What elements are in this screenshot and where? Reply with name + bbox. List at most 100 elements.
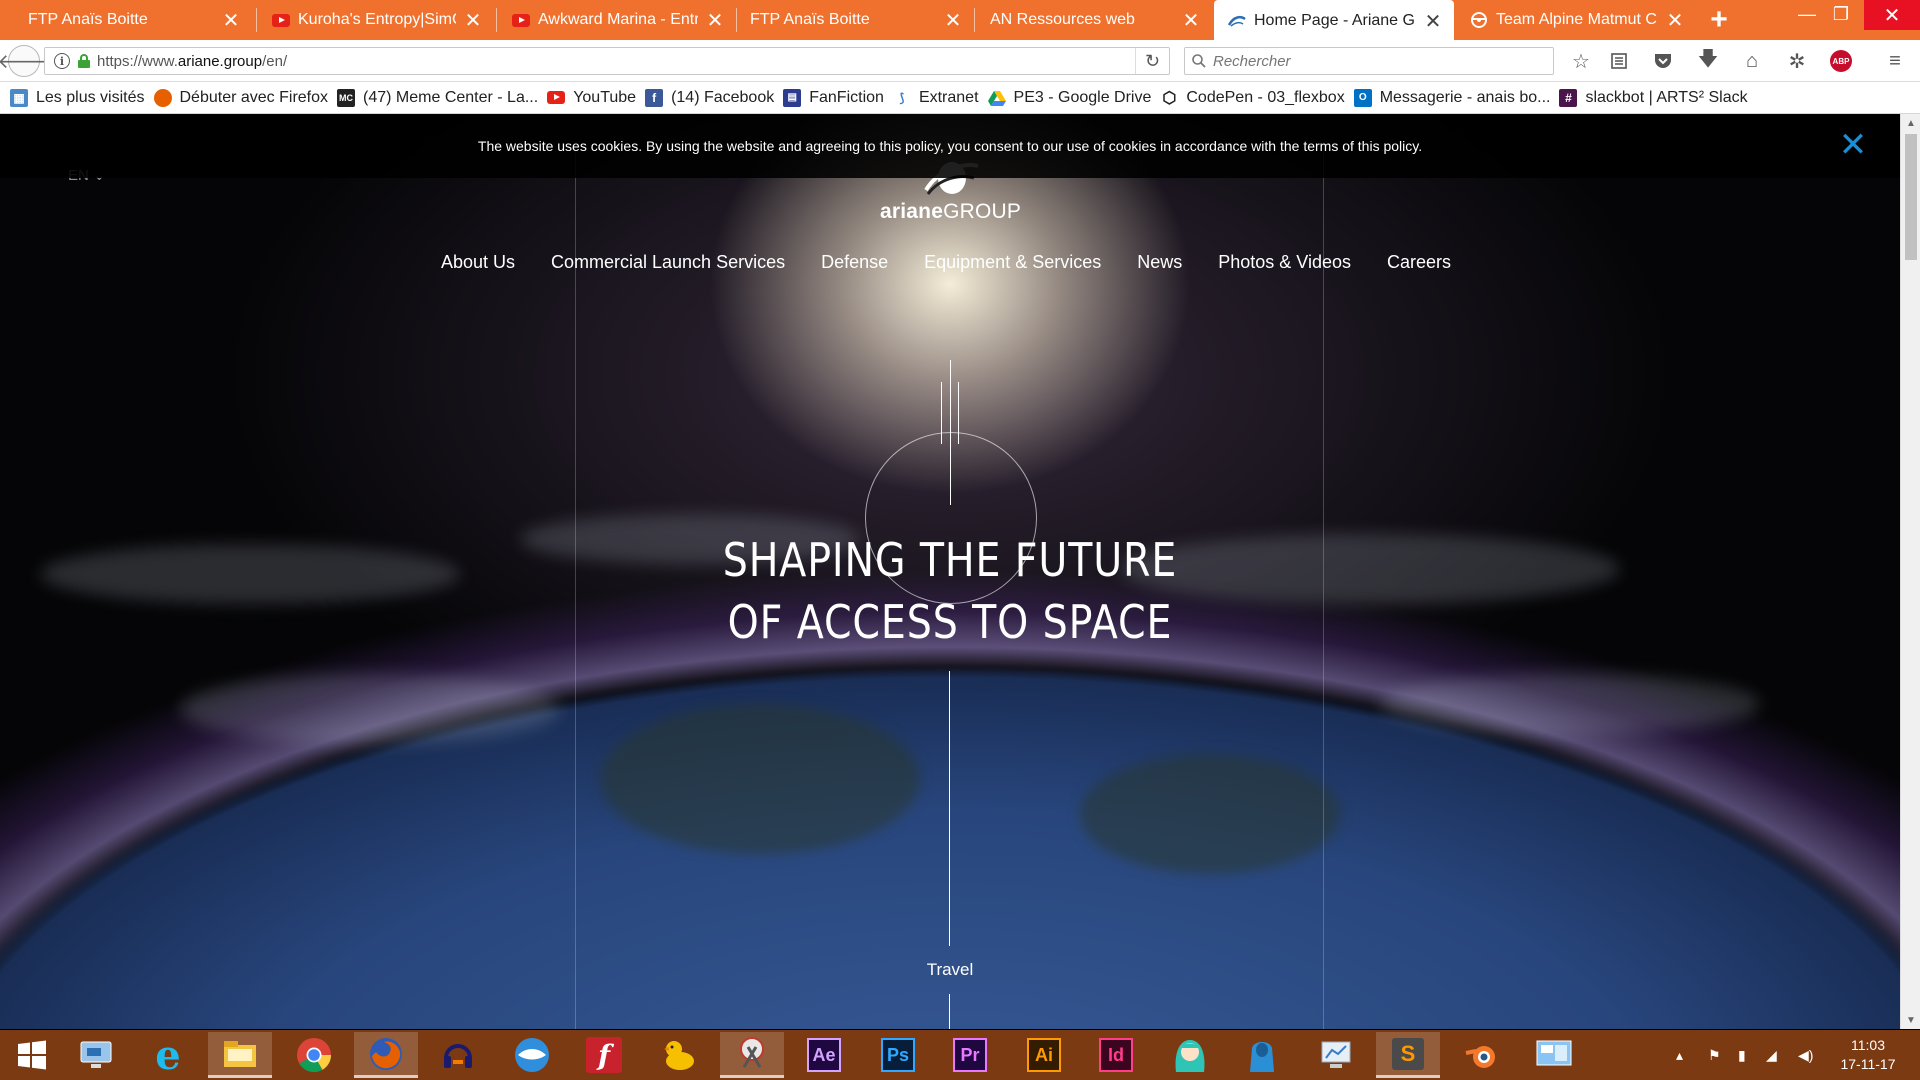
reload-icon[interactable]: ↻ — [1135, 48, 1169, 74]
nav-photos-videos[interactable]: Photos & Videos — [1200, 252, 1369, 273]
miku-icon[interactable] — [1158, 1032, 1222, 1078]
bookmark-item[interactable]: Débuter avec Firefox — [153, 88, 328, 107]
bookmark-item[interactable]: ⟆ Extranet — [893, 89, 979, 107]
firefox-icon[interactable] — [354, 1032, 418, 1078]
bookmark-label: FanFiction — [809, 88, 884, 106]
tab-ressources-web[interactable]: AN Ressources web ✕ — [976, 0, 1212, 40]
home-icon[interactable]: ⌂ — [1737, 48, 1767, 74]
snipping-tool-icon[interactable] — [720, 1032, 784, 1078]
tab-ftp-2[interactable]: FTP Anaïs Boitte ✕ — [736, 0, 974, 40]
cookie-banner: The website uses cookies. By using the w… — [0, 114, 1900, 178]
bookmark-item[interactable]: O Messagerie - anais bo... — [1353, 88, 1551, 107]
tab-close-icon[interactable]: ✕ — [1422, 10, 1444, 33]
system-clock[interactable]: 11:03 17-11-17 — [1828, 1036, 1908, 1074]
bookmark-item[interactable]: f (14) Facebook — [645, 88, 775, 107]
url-host: ariane.group — [177, 52, 263, 70]
file-explorer-icon[interactable] — [208, 1032, 272, 1078]
tab-title: Home Page - Ariane Gro — [1254, 12, 1416, 29]
search-input[interactable] — [1213, 52, 1533, 70]
travel-link[interactable]: Travel — [900, 960, 1000, 980]
show-hidden-icons-icon[interactable]: ▴ — [1676, 1030, 1683, 1080]
wifi-signal-icon[interactable]: ◢ — [1766, 1030, 1777, 1080]
bookmark-item[interactable]: YouTube — [547, 89, 636, 107]
back-button[interactable]: 🡐 — [0, 45, 51, 77]
url-bar[interactable]: i https://www.ariane.group/en/ ↻ — [44, 47, 1170, 75]
bookmark-item[interactable]: ▤ FanFiction — [783, 88, 884, 107]
illustrator-icon[interactable]: Ai — [1012, 1032, 1076, 1078]
audacity-icon[interactable] — [426, 1032, 490, 1078]
tab-close-icon[interactable]: ✕ — [1180, 9, 1202, 32]
tab-ariane-home[interactable]: Home Page - Ariane Gro ✕ — [1214, 0, 1454, 42]
reading-list-icon[interactable] — [1604, 48, 1634, 74]
bookmark-item[interactable]: # slackbot | ARTS² Slack — [1559, 88, 1748, 107]
bookmark-label: Messagerie - anais bo... — [1379, 88, 1551, 106]
page-scrollbar[interactable]: ▲ ▼ — [1900, 114, 1920, 1029]
tab-close-icon[interactable]: ✕ — [220, 9, 242, 32]
window-close-icon[interactable]: ✕ — [1864, 0, 1920, 30]
maximize-icon[interactable]: ❐ — [1818, 0, 1864, 28]
new-tab-button[interactable]: + — [1702, 0, 1736, 40]
blender-icon[interactable] — [1450, 1032, 1514, 1078]
bookmark-item[interactable]: ▦ Les plus visités — [10, 88, 145, 107]
tab-close-icon[interactable]: ✕ — [942, 9, 964, 32]
after-effects-icon[interactable]: Ae — [792, 1032, 856, 1078]
scrollbar-thumb[interactable] — [1905, 134, 1917, 260]
premiere-icon[interactable]: Pr — [938, 1032, 1002, 1078]
extension-icon[interactable]: ✲ — [1782, 48, 1812, 74]
volume-icon[interactable]: ◀) — [1798, 1030, 1813, 1080]
tab-ftp-1[interactable]: FTP Anaïs Boitte ✕ — [14, 0, 252, 40]
bookmark-star-icon[interactable]: ☆ — [1566, 48, 1596, 74]
tab-team-alpine[interactable]: Team Alpine Matmut Ch ✕ — [1456, 0, 1696, 40]
tab-title: Awkward Marina - Entro — [538, 11, 698, 28]
bookmark-item[interactable]: MC (47) Meme Center - La... — [337, 88, 539, 107]
youtube-icon — [272, 11, 290, 29]
nav-about-us[interactable]: About Us — [423, 252, 533, 273]
indesign-icon[interactable]: Id — [1084, 1032, 1148, 1078]
tab-title: Kuroha's Entropy|SimGr — [298, 11, 456, 28]
pocket-icon[interactable] — [1648, 48, 1678, 74]
nav-careers[interactable]: Careers — [1369, 252, 1469, 273]
windows-start-icon[interactable] — [0, 1032, 64, 1078]
scroll-up-icon[interactable]: ▲ — [1901, 114, 1920, 132]
action-center-flag-icon[interactable]: ⚑ — [1708, 1030, 1721, 1080]
sublime-text-icon[interactable]: S — [1376, 1032, 1440, 1078]
adblock-plus-icon[interactable]: ABP — [1826, 48, 1856, 74]
network-icon[interactable] — [1304, 1032, 1368, 1078]
nav-news[interactable]: News — [1119, 252, 1200, 273]
tab-close-icon[interactable]: ✕ — [704, 9, 726, 32]
bookmark-label: (47) Meme Center - La... — [363, 88, 539, 106]
bookmark-item[interactable]: PE3 - Google Drive — [987, 89, 1151, 107]
lock-icon — [77, 54, 91, 68]
cyberduck-icon[interactable] — [646, 1032, 710, 1078]
tab-title: FTP Anaïs Boitte — [28, 11, 148, 28]
cloud-decoration — [1380, 674, 1760, 734]
tab-close-icon[interactable]: ✕ — [1664, 9, 1686, 32]
download-icon[interactable]: 🡇 — [1693, 48, 1723, 74]
tab-awkward-marina[interactable]: Awkward Marina - Entro ✕ — [498, 0, 736, 40]
hoodie-icon[interactable] — [1230, 1032, 1294, 1078]
remote-desktop-icon[interactable] — [64, 1032, 128, 1078]
chrome-icon[interactable] — [282, 1032, 346, 1078]
tab-kuroha[interactable]: Kuroha's Entropy|SimGr ✕ — [258, 0, 494, 40]
photoshop-icon[interactable]: Ps — [866, 1032, 930, 1078]
control-panel-icon[interactable] — [1522, 1032, 1586, 1078]
bookmark-label: (14) Facebook — [671, 88, 775, 106]
battery-icon[interactable]: ▮ — [1738, 1030, 1746, 1080]
nav-commercial-launch-services[interactable]: Commercial Launch Services — [533, 252, 803, 273]
page-content: The website uses cookies. By using the w… — [0, 114, 1900, 1029]
nav-equipment-services[interactable]: Equipment & Services — [906, 252, 1119, 273]
flash-icon[interactable]: f — [572, 1032, 636, 1078]
land-decoration — [600, 704, 920, 854]
scroll-down-icon[interactable]: ▼ — [1901, 1011, 1920, 1029]
bookmark-item[interactable]: ⬡ CodePen - 03_flexbox — [1160, 89, 1344, 107]
filezilla-icon[interactable] — [500, 1032, 564, 1078]
search-bar[interactable] — [1184, 47, 1554, 75]
close-icon[interactable]: ✕ — [1838, 128, 1868, 162]
site-info-icon[interactable]: i — [51, 53, 73, 69]
bookmarks-bar: ▦ Les plus visités Débuter avec Firefox M… — [0, 82, 1920, 114]
tab-close-icon[interactable]: ✕ — [462, 9, 484, 32]
menu-icon[interactable]: ≡ — [1880, 48, 1910, 74]
url-text[interactable]: https://www.ariane.group/en/ — [97, 53, 1135, 70]
internet-explorer-icon[interactable]: e — [136, 1032, 200, 1079]
nav-defense[interactable]: Defense — [803, 252, 906, 273]
